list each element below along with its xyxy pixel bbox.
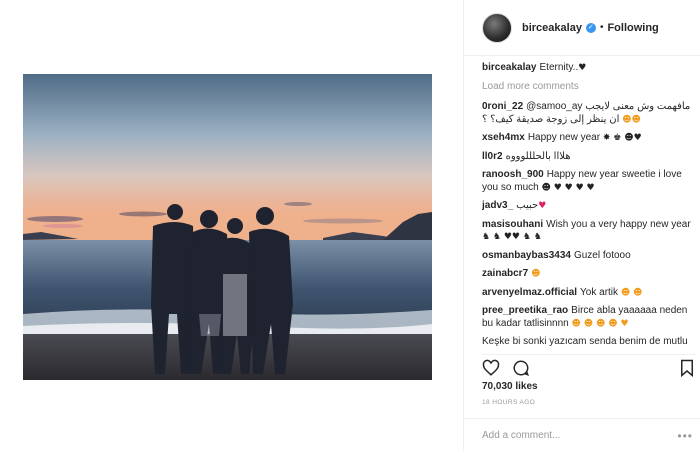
- comment-text: Yok artik: [580, 286, 619, 298]
- post-header: birceakalay ✓ • Following: [464, 0, 700, 56]
- comment-item: osmanbaybas3434 Guzel fotooo: [482, 250, 696, 263]
- face-emoji-icon: ☻ ☻ ☻ ☻ ♥: [571, 318, 629, 329]
- face-emoji-icon: ☻☻: [622, 114, 641, 125]
- beach-sunset-image: [23, 74, 432, 380]
- comment-item: arvenyelmaz.official Yok artik ☻ ☻: [482, 287, 696, 300]
- comment-text: Happy new year: [527, 132, 601, 143]
- likes-count[interactable]: 70,030 likes: [482, 381, 538, 392]
- comment-item: Keşke bi sonki yazıcam senda benim de mu…: [482, 336, 696, 347]
- comment-item: xseh4mx Happy new year ✸ ♚ ☻♥: [482, 132, 696, 145]
- comment-username[interactable]: 0roni_22: [482, 101, 523, 112]
- comment-text: ﺣﺒﻴﺐ: [516, 200, 539, 211]
- comment-username[interactable]: osmanbaybas3434: [482, 250, 571, 261]
- comment-username[interactable]: ll0r2: [482, 151, 503, 162]
- post-container: birceakalay ✓ • Following birceakalay Ete…: [10, 0, 700, 451]
- comment-username[interactable]: pree_preetika_rao: [482, 305, 568, 316]
- post-timestamp: 18 HOURS AGO: [482, 399, 536, 406]
- verified-badge-icon: ✓: [585, 22, 596, 33]
- post-photo[interactable]: [23, 74, 432, 380]
- comment-icon[interactable]: [512, 359, 530, 377]
- comment-username[interactable]: xseh4mx: [482, 132, 525, 143]
- caption: birceakalay Eternity..♥: [482, 62, 696, 75]
- comment-item: zainabcr7 ☻: [482, 268, 696, 281]
- comments-list: birceakalay Eternity..♥ Load more comment…: [482, 62, 696, 352]
- separator-dot: •: [599, 22, 604, 33]
- comment-username[interactable]: zainabcr7: [482, 268, 528, 279]
- comment-username[interactable]: jadv3_: [482, 200, 513, 211]
- bookmark-icon[interactable]: [678, 359, 696, 377]
- avatar[interactable]: [482, 12, 512, 43]
- comment-text: Keşke bi sonki yazıcam senda benim de mu…: [482, 336, 688, 347]
- comment-username[interactable]: arvenyelmaz.official: [482, 287, 577, 298]
- more-options-icon[interactable]: •••: [677, 429, 693, 443]
- comment-username[interactable]: ranoosh_900: [482, 169, 544, 180]
- face-emoji-icon: ☻ ☻: [620, 287, 643, 298]
- celebration-emoji-icon: ♞ ♞ ♥♥ ♞ ♞: [482, 232, 542, 242]
- following-button[interactable]: Following: [607, 22, 658, 34]
- action-bar: [482, 354, 696, 377]
- comment-text: ﻫﻼﺍﺍ ﺑﺎﻟﺤﻠﻠﻠﻮﻭﻭﻩ: [505, 150, 571, 162]
- comment-item: jadv3_ ﺣﺒﻴﺐ♥: [482, 200, 696, 213]
- party-emoji-icon: ✸ ♚ ☻♥: [602, 133, 642, 143]
- comment-item: masisouhani Wish you a very happy new yea…: [482, 219, 696, 244]
- heart-icon[interactable]: [482, 359, 500, 377]
- comment-item: 0roni_22 @samoo_ay ﻣﺎﻓﻬﻤﺖ ﻭﺵ ﻣﻌﻨﻰ ﻻﻳﺠﺐ ﺍﻥ…: [482, 101, 696, 126]
- heart-emoji-icon: ♥: [538, 201, 547, 211]
- caption-text: Eternity..: [539, 62, 579, 73]
- add-comment-input[interactable]: [482, 429, 662, 441]
- header-username[interactable]: birceakalay: [522, 22, 582, 34]
- comment-item: ll0r2 ﻫﻼﺍﺍ ﺑﺎﻟﺤﻠﻠﻠﻮﻭﻭﻩ: [482, 151, 696, 164]
- media-pane: [10, 0, 463, 451]
- black-heart-icon: ♥: [578, 63, 587, 73]
- comment-text: Wish you a very happy new year: [546, 218, 691, 230]
- comment-username[interactable]: masisouhani: [482, 219, 543, 230]
- post-sidebar: birceakalay ✓ • Following birceakalay Ete…: [463, 0, 700, 451]
- comment-item: ranoosh_900 Happy new year sweetie i love…: [482, 169, 696, 194]
- face-emoji-icon: ☻: [531, 269, 541, 279]
- hearts-emoji-icon: ☻ ♥ ♥ ♥ ♥: [541, 182, 595, 193]
- caption-username[interactable]: birceakalay: [482, 62, 537, 73]
- add-comment-bar: •••: [464, 418, 700, 451]
- comment-item: pree_preetika_rao Birce abla yaaaaaa nede…: [482, 305, 696, 330]
- comment-text: Guzel fotooo: [573, 249, 631, 261]
- load-more-comments-button[interactable]: Load more comments: [482, 81, 696, 94]
